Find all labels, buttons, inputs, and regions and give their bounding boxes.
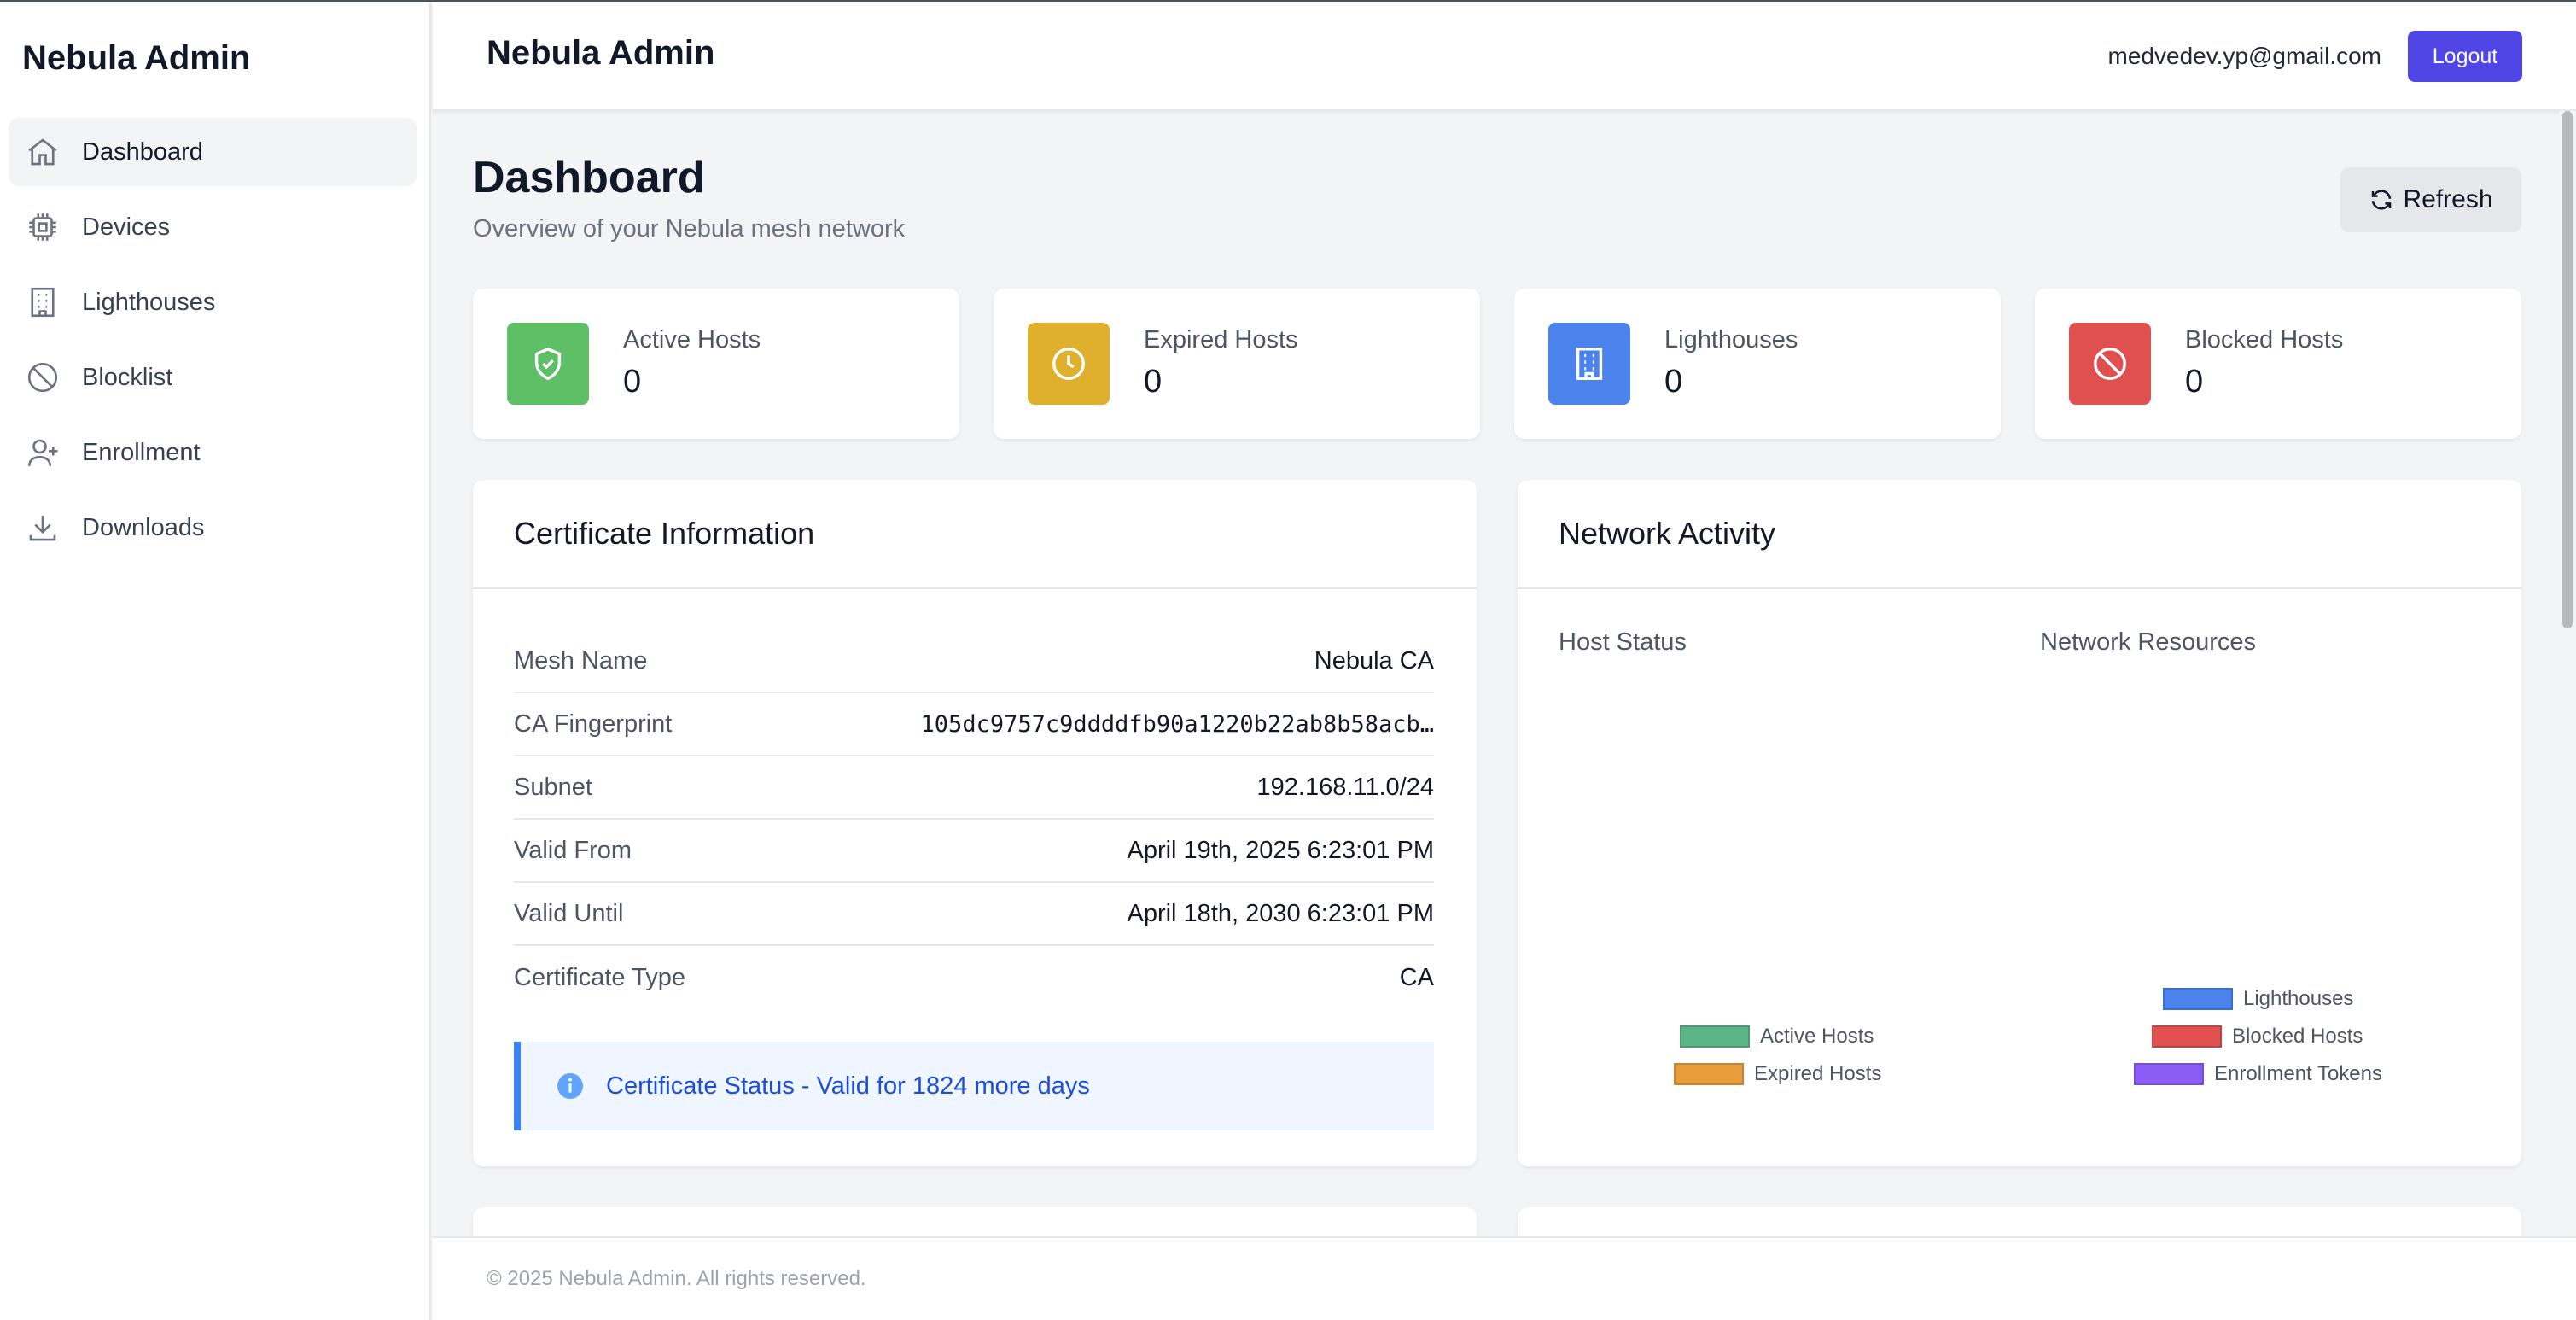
logout-button[interactable]: Logout: [2408, 31, 2522, 82]
scrollbar-thumb[interactable]: [2562, 111, 2573, 628]
stat-value: 0: [1664, 364, 1683, 400]
main-scrollbar[interactable]: [2559, 111, 2576, 1236]
chip-icon: [24, 208, 61, 246]
sidebar-item-enrollment[interactable]: Enrollment: [9, 418, 417, 487]
legend-swatch: [2152, 1025, 2222, 1048]
network-panel-title: Network Activity: [1518, 480, 2521, 589]
sidebar-item-dashboard[interactable]: Dashboard: [9, 118, 417, 186]
stat-label: Expired Hosts: [1144, 326, 1298, 353]
stat-label: Lighthouses: [1664, 326, 1798, 353]
sidebar-item-label: Enrollment: [82, 438, 201, 466]
info-row-mesh-name: Mesh Name Nebula CA: [514, 630, 1434, 693]
legend-swatch: [1680, 1025, 1750, 1048]
legend-swatch: [1674, 1063, 1744, 1085]
certificate-status-text: Certificate Status - Valid for 1824 more…: [606, 1072, 1090, 1100]
info-value: April 18th, 2030 6:23:01 PM: [1127, 899, 1434, 927]
sidebar-item-blocklist[interactable]: Blocklist: [9, 343, 417, 412]
sidebar-brand: Nebula Admin: [22, 39, 251, 77]
footer-copyright: © 2025 Nebula Admin. All rights reserved…: [487, 1267, 866, 1290]
page-title: Dashboard: [473, 153, 705, 202]
info-key: Mesh Name: [514, 646, 648, 675]
building-icon: [24, 283, 61, 321]
user-email: medvedev.yp@gmail.com: [2107, 43, 2381, 69]
stat-card-blocked-hosts: Blocked Hosts 0: [2035, 289, 2521, 439]
info-key: CA Fingerprint: [514, 710, 673, 738]
page-subtitle: Overview of your Nebula mesh network: [473, 215, 906, 242]
host-status-chart-title: Host Status: [1559, 628, 1687, 656]
refresh-button[interactable]: Refresh: [2340, 167, 2521, 232]
info-key: Subnet: [514, 773, 592, 801]
network-activity-panel: Network Activity Host Status Network Res…: [1518, 480, 2521, 1166]
certificate-panel: Certificate Information Mesh Name Nebula…: [473, 480, 1477, 1166]
sidebar-item-label: Devices: [82, 213, 171, 241]
sidebar-item-downloads[interactable]: Downloads: [9, 494, 417, 562]
info-row-ca-fingerprint: CA Fingerprint 105dc9757c9ddddfb90a1220b…: [514, 693, 1434, 756]
shield-check-icon: [507, 323, 589, 405]
legend-swatch: [2134, 1063, 2204, 1085]
info-key: Valid From: [514, 836, 632, 864]
sidebar-item-label: Lighthouses: [82, 288, 216, 316]
info-row-valid-until: Valid Until April 18th, 2030 6:23:01 PM: [514, 883, 1434, 946]
info-row-subnet: Subnet 192.168.11.0/24: [514, 756, 1434, 820]
info-key: Certificate Type: [514, 963, 685, 991]
legend-item-active-hosts[interactable]: Active Hosts: [1680, 1025, 1874, 1048]
info-value: CA: [1399, 963, 1434, 991]
sidebar-item-lighthouses[interactable]: Lighthouses: [9, 268, 417, 336]
info-key: Valid Until: [514, 899, 624, 927]
sidebar-item-label: Blocklist: [82, 363, 173, 391]
stat-card-lighthouses: Lighthouses 0: [1514, 289, 2001, 439]
clock-icon: [1028, 323, 1110, 405]
sidebar-nav: Dashboard Devices Lighthouses Blocklist …: [9, 118, 417, 569]
stat-value: 0: [623, 364, 642, 400]
network-resources-chart-title: Network Resources: [2040, 628, 2257, 656]
footer: © 2025 Nebula Admin. All rights reserved…: [433, 1236, 2576, 1320]
user-plus-icon: [24, 434, 61, 471]
legend-item-lighthouses[interactable]: Lighthouses: [2163, 987, 2353, 1011]
info-value: April 19th, 2025 6:23:01 PM: [1127, 836, 1434, 864]
stat-card-expired-hosts: Expired Hosts 0: [994, 289, 1480, 439]
building-icon: [1548, 323, 1630, 405]
info-row-valid-from: Valid From April 19th, 2025 6:23:01 PM: [514, 820, 1434, 883]
sidebar-item-devices[interactable]: Devices: [9, 193, 417, 261]
refresh-icon: [2372, 190, 2392, 210]
legend-label: Lighthouses: [2243, 987, 2354, 1010]
home-icon: [24, 133, 61, 171]
legend-item-blocked-hosts[interactable]: Blocked Hosts: [2152, 1025, 2363, 1048]
info-row-certificate-type: Certificate Type CA: [514, 946, 1434, 1009]
certificate-status-alert: Certificate Status - Valid for 1824 more…: [514, 1042, 1434, 1130]
stat-value: 0: [2185, 364, 2204, 400]
download-icon: [24, 509, 61, 546]
ban-icon: [2069, 323, 2151, 405]
legend-item-enrollment-tokens[interactable]: Enrollment Tokens: [2134, 1062, 2382, 1086]
legend-label: Expired Hosts: [1754, 1062, 1882, 1085]
info-icon: [557, 1073, 583, 1099]
header-title: Nebula Admin: [487, 34, 715, 72]
stat-card-active-hosts: Active Hosts 0: [473, 289, 959, 439]
certificate-panel-title: Certificate Information: [473, 480, 1477, 589]
refresh-label: Refresh: [2403, 185, 2493, 213]
legend-label: Enrollment Tokens: [2214, 1062, 2382, 1085]
stat-label: Blocked Hosts: [2185, 326, 2344, 353]
legend-label: Blocked Hosts: [2232, 1025, 2363, 1048]
ban-icon: [24, 359, 61, 396]
info-value: 192.168.11.0/24: [1256, 773, 1435, 801]
info-value: Nebula CA: [1314, 646, 1434, 675]
sidebar-item-label: Downloads: [82, 513, 205, 541]
sidebar: Nebula Admin Dashboard Devices Lighthous…: [0, 2, 431, 1320]
stat-value: 0: [1144, 364, 1163, 400]
sidebar-item-label: Dashboard: [82, 137, 203, 166]
stat-label: Active Hosts: [623, 326, 761, 353]
legend-item-expired-hosts[interactable]: Expired Hosts: [1674, 1062, 1881, 1086]
legend-label: Active Hosts: [1760, 1025, 1874, 1048]
legend-swatch: [2163, 988, 2233, 1010]
info-value[interactable]: 105dc9757c9ddddfb90a1220b22ab8b58acb…: [921, 711, 1434, 738]
top-header: Nebula Admin medvedev.yp@gmail.com Logou…: [433, 2, 2576, 111]
